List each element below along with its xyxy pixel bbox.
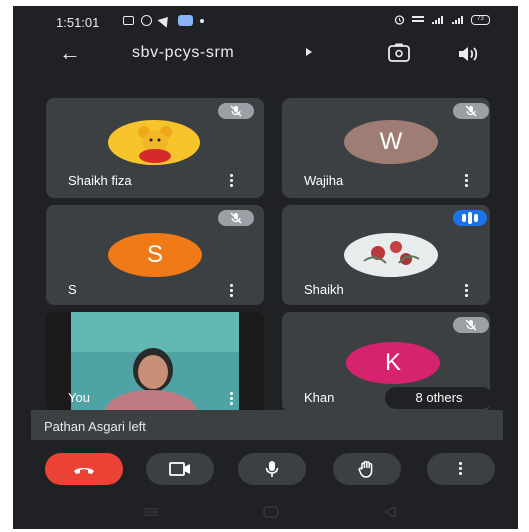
notification-icons	[123, 13, 204, 28]
recent-apps-icon[interactable]	[143, 507, 159, 517]
camera-flip-icon[interactable]	[387, 42, 411, 64]
avatar-image	[344, 233, 438, 277]
participant-name: S	[68, 282, 77, 297]
system-icons: 73	[394, 14, 490, 25]
meet-app-icon	[178, 15, 193, 26]
video-camera-icon	[169, 462, 190, 476]
left-toast: Pathan Asgari left	[31, 410, 503, 440]
more-vert-icon[interactable]	[465, 284, 469, 299]
whatsapp-icon	[141, 15, 152, 26]
telegram-icon	[157, 13, 173, 28]
participant-tile[interactable]: W Wajiha	[282, 98, 490, 198]
back-nav-icon[interactable]	[383, 506, 397, 518]
others-chip[interactable]: 8 others	[385, 387, 493, 409]
speaker-icon[interactable]	[456, 44, 480, 64]
avatar-image	[108, 120, 200, 165]
self-camera-video	[71, 312, 239, 412]
speaking-indicator-icon	[453, 210, 487, 226]
more-vert-icon	[459, 462, 463, 475]
hand-icon	[358, 460, 373, 478]
more-vert-icon[interactable]	[230, 174, 234, 189]
microphone-icon	[265, 461, 279, 477]
meeting-code[interactable]: sbv-pcys-srm	[132, 44, 234, 62]
camera-toggle-button[interactable]	[146, 453, 214, 485]
status-bar: 1:51:01 73	[13, 6, 518, 36]
end-call-button[interactable]	[45, 453, 123, 485]
battery-icon: 73	[471, 14, 490, 25]
meeting-details-caret-icon[interactable]	[306, 48, 312, 56]
participant-tile[interactable]: Shaikh	[282, 205, 490, 305]
participant-name: Wajiha	[304, 173, 344, 188]
home-icon[interactable]	[263, 506, 279, 518]
meeting-header: ← sbv-pcys-srm	[13, 36, 518, 72]
more-vert-icon[interactable]	[465, 174, 469, 189]
participant-tile[interactable]: Shaikh fiza	[46, 98, 264, 198]
alarm-icon	[394, 15, 405, 25]
muted-mic-icon	[218, 103, 254, 119]
participant-name: Khan	[304, 390, 335, 405]
avatar: S	[108, 233, 202, 277]
network-speed-icon	[412, 15, 424, 22]
raise-hand-button[interactable]	[333, 453, 401, 485]
status-time: 1:51:01	[56, 15, 100, 30]
signal-icon	[432, 15, 443, 24]
muted-mic-icon	[453, 103, 489, 119]
avatar: K	[346, 342, 440, 384]
muted-mic-icon	[453, 317, 489, 333]
muted-mic-icon	[218, 210, 254, 226]
participant-tile[interactable]: S S	[46, 205, 264, 305]
more-vert-icon[interactable]	[230, 392, 234, 407]
back-arrow-icon[interactable]: ←	[59, 42, 81, 64]
avatar: W	[344, 120, 438, 164]
more-vert-icon[interactable]	[230, 284, 234, 299]
notification-icon	[123, 16, 134, 25]
signal-icon-2	[452, 15, 463, 24]
more-notifications-icon	[200, 18, 204, 23]
self-video-tile[interactable]: You	[46, 312, 264, 412]
participant-name: Shaikh	[304, 282, 344, 297]
participant-name: You	[68, 390, 90, 405]
mic-toggle-button[interactable]	[238, 453, 306, 485]
end-call-icon	[74, 468, 94, 474]
system-nav-bar	[13, 498, 518, 529]
more-options-button[interactable]	[427, 453, 495, 485]
meet-call-screen: 1:51:01 73 ← sbv-pcys-srm Shaikh fiza W …	[13, 6, 518, 529]
participant-name: Shaikh fiza	[68, 173, 132, 188]
